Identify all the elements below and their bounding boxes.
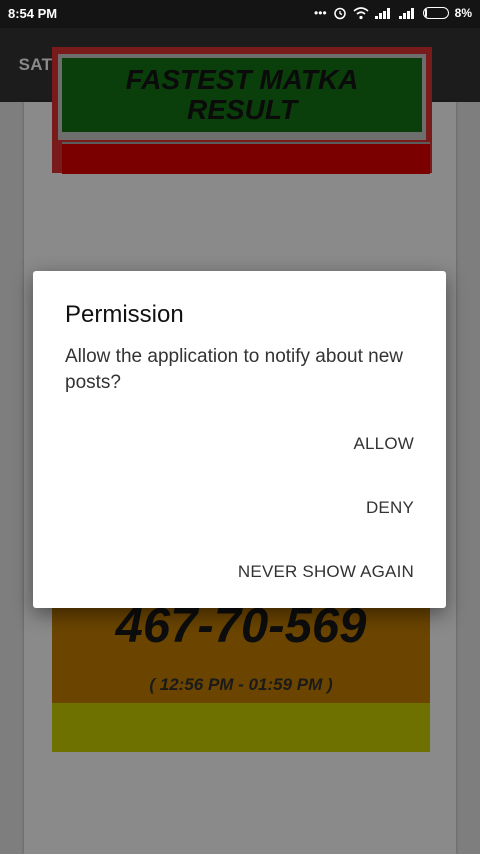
never-show-again-button[interactable]: NEVER SHOW AGAIN [238, 562, 414, 582]
banner-red-strip [62, 142, 430, 174]
status-icons: ••• 8% [314, 5, 472, 21]
allow-button[interactable]: ALLOW [353, 434, 414, 454]
alarm-icon [333, 5, 347, 21]
battery-percent: 8% [454, 6, 472, 20]
permission-dialog: Permission Allow the application to noti… [33, 271, 446, 608]
dialog-title: Permission [65, 301, 184, 328]
overflow-dots-icon: ••• [314, 6, 327, 20]
signal-icon-2 [398, 5, 417, 21]
wifi-icon [353, 5, 369, 21]
deny-button[interactable]: DENY [366, 498, 414, 518]
battery-icon [422, 7, 449, 19]
banner-line-2: RESULT [187, 94, 297, 125]
dialog-message: Allow the application to notify about ne… [65, 346, 403, 393]
result-time: ( 12:56 PM - 01:59 PM ) [149, 675, 333, 694]
status-bar: 8:54 PM ••• 8% [0, 0, 480, 28]
status-time: 8:54 PM [8, 6, 58, 21]
next-result-box [52, 703, 430, 752]
signal-icon-1 [374, 5, 393, 21]
banner-line-1: FASTEST MATKA [125, 64, 359, 95]
fastest-result-banner: FASTEST MATKA RESULT [62, 58, 422, 132]
